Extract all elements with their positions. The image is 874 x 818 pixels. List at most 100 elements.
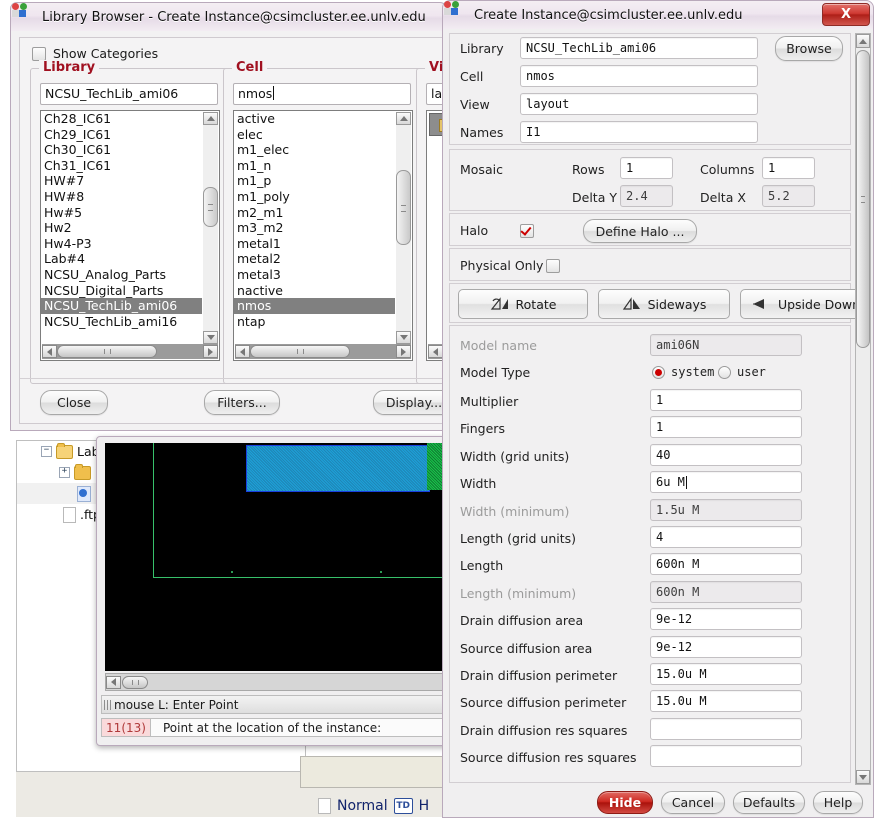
browse-button[interactable]: Browse xyxy=(775,35,843,61)
scroll-thumb[interactable] xyxy=(856,50,870,348)
delta-y-input[interactable]: 2.4 xyxy=(620,185,673,207)
cell-vertical-scrollbar[interactable] xyxy=(396,112,411,344)
parameter-input[interactable]: 40 xyxy=(650,443,802,466)
layout-horizontal-scrollbar[interactable] xyxy=(105,673,445,691)
defaults-button[interactable]: Defaults xyxy=(733,790,805,814)
scroll-left-arrow-icon[interactable] xyxy=(428,345,443,358)
radio-off-icon[interactable] xyxy=(718,365,731,379)
list-item[interactable]: metal2 xyxy=(234,251,395,267)
close-button[interactable]: Close xyxy=(40,390,108,415)
parameter-input[interactable]: 4 xyxy=(650,525,802,548)
list-item[interactable]: Ch31_IC61 xyxy=(41,158,202,174)
parameter-input[interactable]: 9e-12 xyxy=(650,608,802,631)
cell-listbox[interactable]: active elec m1_elec m1_n m1_p m1_poly m2… xyxy=(233,110,413,361)
halo-checkbox[interactable] xyxy=(520,224,534,238)
list-item[interactable]: NCSU_Analog_Parts xyxy=(41,267,202,283)
parameter-input[interactable]: 15.0u M xyxy=(650,662,802,685)
list-item[interactable]: Ch30_IC61 xyxy=(41,142,202,158)
physical-only-checkbox[interactable] xyxy=(546,259,560,273)
library-vertical-scrollbar[interactable] xyxy=(203,112,218,344)
parameter-input[interactable]: 600n M xyxy=(650,553,802,576)
scroll-left-arrow-icon[interactable] xyxy=(235,345,250,358)
library-browser-window[interactable]: Library Browser - Create Instance@csimcl… xyxy=(10,2,615,431)
cell-list[interactable]: active elec m1_elec m1_n m1_p m1_poly m2… xyxy=(234,111,395,329)
library-filter-input[interactable]: NCSU_TechLib_ami06 xyxy=(40,83,218,105)
model-type-system-radio[interactable]: system xyxy=(652,365,714,379)
rows-input[interactable]: 1 xyxy=(620,157,673,179)
list-item[interactable]: nactive xyxy=(234,283,395,299)
list-item[interactable]: Lab#4 xyxy=(41,251,202,267)
create-instance-titlebar[interactable]: Create Instance@csimcluster.ee.unlv.edu … xyxy=(442,0,874,29)
filters-button[interactable]: Filters... xyxy=(204,390,280,415)
expander-collapse-icon[interactable]: − xyxy=(41,446,52,457)
list-item[interactable]: Ch29_IC61 xyxy=(41,127,202,143)
sideways-button[interactable]: Sideways xyxy=(598,289,730,319)
library-browser-titlebar[interactable]: Library Browser - Create Instance@csimcl… xyxy=(10,2,447,31)
names-input[interactable]: I1 xyxy=(520,121,758,143)
list-item-selected[interactable]: nmos xyxy=(234,298,395,314)
parameter-input[interactable] xyxy=(650,717,802,740)
rotate-button[interactable]: Rotate xyxy=(458,289,588,319)
list-item[interactable]: active xyxy=(234,111,395,127)
list-item[interactable]: HW#8 xyxy=(41,189,202,205)
cell-input[interactable]: nmos xyxy=(520,65,758,87)
scroll-down-arrow-icon[interactable] xyxy=(203,331,218,344)
library-horizontal-scrollbar[interactable] xyxy=(42,344,218,359)
close-icon[interactable]: X xyxy=(822,3,870,26)
layout-canvas[interactable] xyxy=(105,443,447,671)
scroll-up-arrow-icon[interactable] xyxy=(203,112,218,125)
show-categories-row[interactable]: Show Categories xyxy=(32,46,158,61)
list-item[interactable]: Hw4-P3 xyxy=(41,236,202,252)
scroll-thumb[interactable] xyxy=(203,187,218,227)
library-list[interactable]: Ch28_IC61 Ch29_IC61 Ch30_IC61 Ch31_IC61 … xyxy=(41,111,202,329)
parameter-input[interactable]: 1 xyxy=(650,389,802,411)
library-listbox[interactable]: Ch28_IC61 Ch29_IC61 Ch30_IC61 Ch31_IC61 … xyxy=(40,110,220,361)
scroll-down-arrow-icon[interactable] xyxy=(396,331,411,344)
scroll-down-arrow-icon[interactable] xyxy=(856,770,870,784)
parameter-input[interactable]: 15.0u M xyxy=(650,690,802,713)
layout-editor-window[interactable]: mouse L: Enter Point 11(13) Point at the… xyxy=(96,436,454,746)
delta-x-input[interactable]: 5.2 xyxy=(762,185,815,207)
create-instance-window[interactable]: Create Instance@csimcluster.ee.unlv.edu … xyxy=(442,0,874,818)
expander-expand-icon[interactable]: + xyxy=(59,467,70,478)
model-type-user-radio[interactable]: user xyxy=(718,365,766,379)
view-input[interactable]: layout xyxy=(520,93,758,115)
list-item[interactable]: Hw2 xyxy=(41,220,202,236)
list-item[interactable]: m1_elec xyxy=(234,142,395,158)
list-item[interactable]: elec xyxy=(234,127,395,143)
columns-input[interactable]: 1 xyxy=(762,157,815,179)
cell-horizontal-scrollbar[interactable] xyxy=(235,344,411,359)
help-button[interactable]: Help xyxy=(813,790,863,814)
cancel-button[interactable]: Cancel xyxy=(661,790,725,814)
show-categories-checkbox[interactable] xyxy=(32,46,46,61)
parameter-input[interactable]: 9e-12 xyxy=(650,635,802,658)
list-item[interactable]: m1_p xyxy=(234,173,395,189)
cell-filter-input[interactable]: nmos xyxy=(233,83,411,105)
list-item-selected[interactable]: NCSU_TechLib_ami06 xyxy=(41,298,202,314)
scroll-thumb[interactable] xyxy=(57,345,157,358)
scroll-thumb[interactable] xyxy=(250,345,350,358)
parameter-input[interactable]: 600n M xyxy=(650,580,802,603)
upside-down-button[interactable]: Upside Down xyxy=(740,289,870,319)
scroll-left-arrow-icon[interactable] xyxy=(42,345,57,358)
scroll-thumb[interactable] xyxy=(396,170,411,245)
parameter-input[interactable]: 6u M xyxy=(650,471,802,494)
scroll-right-arrow-icon[interactable] xyxy=(396,345,411,358)
scroll-up-arrow-icon[interactable] xyxy=(856,34,870,48)
list-item[interactable]: m3_m2 xyxy=(234,220,395,236)
define-halo-button[interactable]: Define Halo ... xyxy=(583,219,697,243)
list-item[interactable]: m1_poly xyxy=(234,189,395,205)
scroll-right-arrow-icon[interactable] xyxy=(203,345,218,358)
parameter-input[interactable]: 1 xyxy=(650,416,802,439)
list-item[interactable]: m1_n xyxy=(234,158,395,174)
scroll-thumb[interactable] xyxy=(122,675,148,689)
parameter-input[interactable]: 1.5u M xyxy=(650,498,802,521)
list-item[interactable]: HW#7 xyxy=(41,173,202,189)
list-item[interactable]: NCSU_Digital_Parts xyxy=(41,283,202,299)
scroll-up-arrow-icon[interactable] xyxy=(396,112,411,125)
list-item[interactable]: NCSU_TechLib_ami16 xyxy=(41,314,202,330)
parameter-input[interactable] xyxy=(650,745,802,768)
list-item[interactable]: Hw#5 xyxy=(41,205,202,221)
parameters-vertical-scrollbar[interactable] xyxy=(855,33,871,785)
list-item[interactable]: metal1 xyxy=(234,236,395,252)
